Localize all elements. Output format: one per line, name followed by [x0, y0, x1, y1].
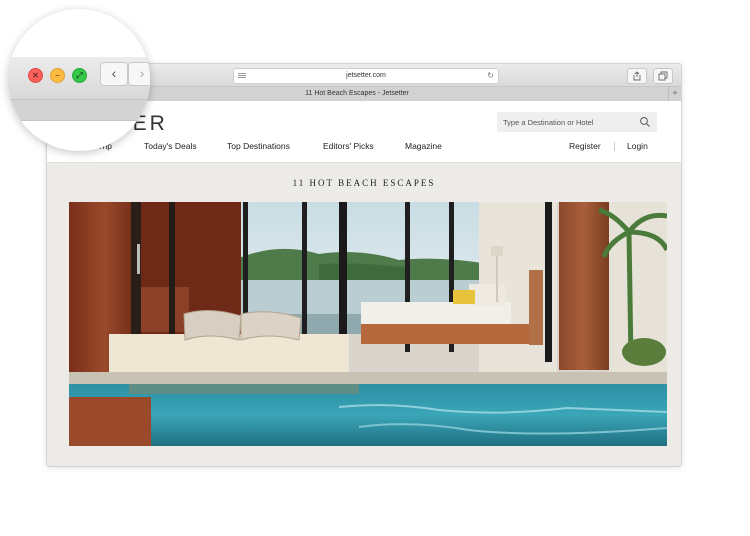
address-bar[interactable]: jetsetter.com ↻	[233, 68, 499, 84]
reload-icon[interactable]: ↻	[487, 69, 494, 83]
traffic-lights-magnifier: ✕ – ⤢ ‹ ›	[8, 9, 150, 151]
fullscreen-window-button[interactable]: ⤢	[72, 68, 87, 83]
zoomed-tab-bar	[8, 100, 150, 121]
search-input[interactable]	[497, 112, 638, 133]
main-nav: Book a Trip Today's Deals Top Destinatio…	[47, 141, 681, 155]
nav-divider	[614, 142, 615, 151]
nav-todays-deals[interactable]: Today's Deals	[144, 141, 197, 151]
nav-magazine[interactable]: Magazine	[405, 141, 442, 151]
search-icon[interactable]	[639, 116, 651, 128]
search-box	[497, 112, 657, 133]
register-link[interactable]: Register	[569, 141, 601, 151]
nav-top-destinations[interactable]: Top Destinations	[227, 141, 290, 151]
login-link[interactable]: Login	[627, 141, 648, 151]
close-window-button[interactable]: ✕	[28, 68, 43, 83]
url-text: jetsetter.com	[346, 72, 386, 79]
minimize-window-button[interactable]: –	[50, 68, 65, 83]
share-icon[interactable]	[627, 68, 647, 84]
forward-button[interactable]: ›	[128, 62, 150, 86]
reader-icon[interactable]	[238, 73, 246, 79]
new-tab-button[interactable]: +	[668, 87, 681, 101]
section-title: 11 HOT BEACH ESCAPES	[292, 178, 436, 188]
hero-image[interactable]	[69, 202, 667, 446]
tabs-overview-icon[interactable]	[653, 68, 673, 84]
back-button[interactable]: ‹	[100, 62, 128, 86]
nav-editors-picks[interactable]: Editors' Picks	[323, 141, 374, 151]
browser-window: jetsetter.com ↻ 11 Hot Beach Escapes - J…	[46, 63, 682, 467]
